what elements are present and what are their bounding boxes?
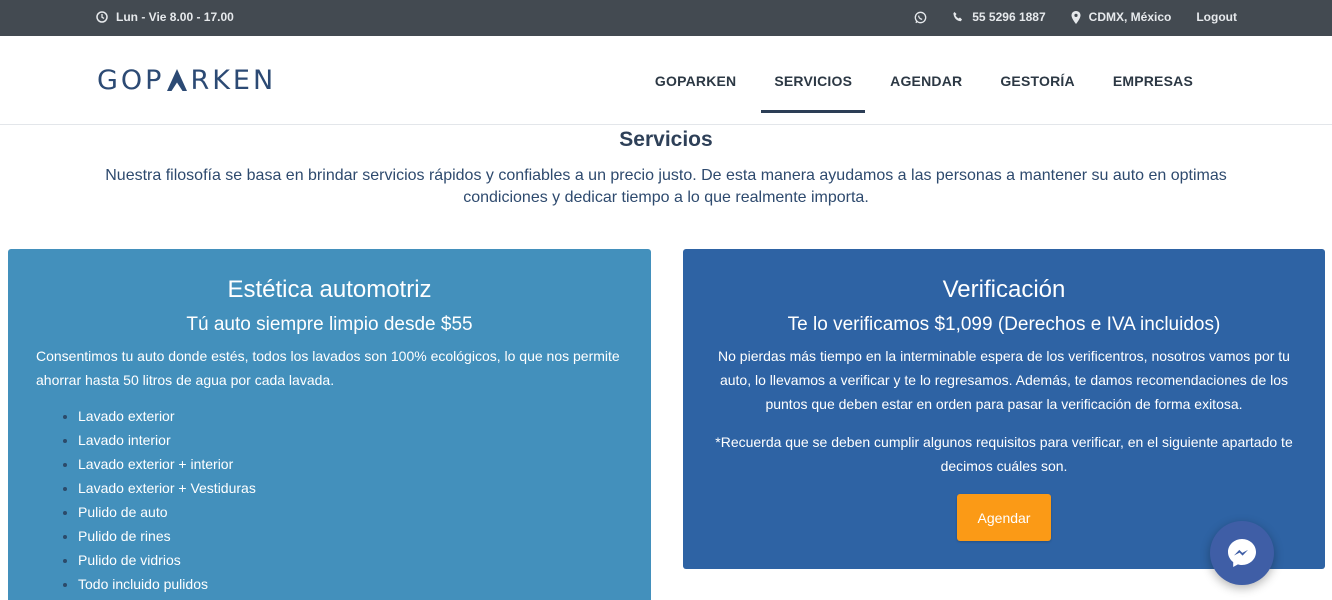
location: CDMX, México (1071, 10, 1172, 24)
list-item: Todo incluido pulidos (78, 572, 651, 596)
agendar-button[interactable]: Agendar (957, 494, 1051, 541)
map-pin-icon (1071, 10, 1081, 24)
list-item: Lavado exterior + interior (78, 452, 651, 476)
messenger-chat-button[interactable] (1210, 521, 1274, 585)
logout-label[interactable]: Logout (1196, 10, 1237, 24)
business-hours-text: Lun - Vie 8.00 - 17.00 (116, 10, 234, 24)
list-item: Lavado exterior (78, 404, 651, 428)
page-title: Servicios (619, 128, 713, 151)
phone-number[interactable]: 55 5296 1887 (972, 10, 1045, 24)
verificacion-description: No pierdas más tiempo en la interminable… (718, 348, 1290, 412)
estetica-description: Consentimos tu auto donde estés, todos l… (36, 348, 620, 388)
list-item: Lavado interior (78, 428, 651, 452)
main-nav: GOPARKEN SERVICIOS AGENDAR GESTORÍA EMPR… (636, 36, 1212, 125)
logo-text-right: RKEN (190, 64, 277, 96)
messenger-icon (1228, 539, 1256, 567)
phone-icon (952, 11, 964, 23)
nav-agendar[interactable]: AGENDAR (871, 36, 981, 125)
logo-text-left: GOP (97, 64, 165, 96)
estetica-card: Estética automotriz Tú auto siempre limp… (8, 249, 651, 600)
list-item: Pulido de vidrios (78, 548, 651, 572)
goparken-logo[interactable]: GOP RKEN (97, 64, 277, 96)
whatsapp-link[interactable] (914, 11, 927, 24)
list-item: Pulido de auto (78, 500, 651, 524)
whatsapp-icon[interactable] (914, 11, 927, 24)
estetica-subtitle: Tú auto siempre limpio desde $55 (186, 314, 473, 335)
top-bar: Lun - Vie 8.00 - 17.00 55 5296 1887 CDMX… (0, 0, 1332, 36)
nav-empresas[interactable]: EMPRESAS (1094, 36, 1212, 125)
list-item: Pulido de rines (78, 524, 651, 548)
logout-link[interactable]: Logout (1196, 10, 1237, 24)
nav-goparken[interactable]: GOPARKEN (636, 36, 755, 125)
estetica-services-list: Lavado exterior Lavado interior Lavado e… (8, 404, 651, 596)
location-text: CDMX, México (1088, 10, 1172, 24)
verificacion-subtitle: Te lo verificamos $1,099 (Derechos e IVA… (787, 314, 1221, 335)
logo-triangle-icon (167, 69, 188, 91)
estetica-title: Estética automotriz (227, 276, 432, 303)
phone-link[interactable]: 55 5296 1887 (952, 10, 1046, 24)
clock-icon (96, 11, 108, 23)
verificacion-title: Verificación (942, 276, 1066, 303)
list-item: Lavado exterior + Vestiduras (78, 476, 651, 500)
verificacion-note: *Recuerda que se deben cumplir algunos r… (715, 434, 1293, 474)
site-header: GOP RKEN GOPARKEN SERVICIOS AGENDAR GEST… (0, 36, 1332, 125)
nav-gestoria[interactable]: GESTORÍA (981, 36, 1093, 125)
verificacion-card: Verificación Te lo verificamos $1,099 (D… (683, 249, 1325, 569)
nav-servicios[interactable]: SERVICIOS (755, 36, 871, 125)
business-hours: Lun - Vie 8.00 - 17.00 (96, 10, 234, 24)
intro-text: Nuestra filosofía se basa en brindar ser… (105, 167, 1227, 206)
